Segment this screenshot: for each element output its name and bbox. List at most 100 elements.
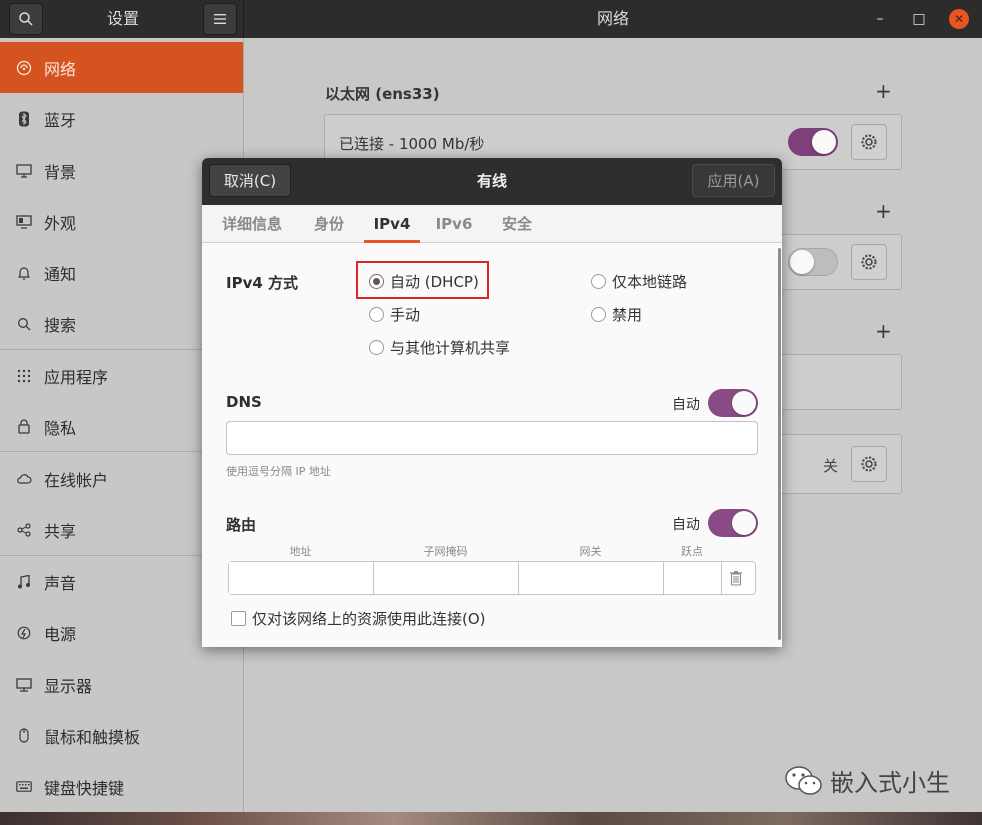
method-manual[interactable]: 手动 bbox=[369, 304, 420, 325]
route-row bbox=[228, 561, 756, 595]
desktop-background-strip bbox=[0, 812, 982, 825]
sidebar-item-mouse-touchpad[interactable]: 鼠标和触摸板 bbox=[0, 710, 243, 761]
dns-auto-toggle[interactable] bbox=[708, 389, 758, 417]
display-icon bbox=[16, 677, 32, 693]
add-ethernet-button[interactable]: + bbox=[875, 79, 892, 103]
minimize-button[interactable]: – bbox=[870, 9, 890, 29]
ethernet-settings-button[interactable] bbox=[851, 124, 887, 160]
checkbox[interactable] bbox=[231, 611, 246, 626]
only-local-resources-option[interactable]: 仅对该网络上的资源使用此连接(O) bbox=[231, 608, 486, 629]
route-col-address: 地址 bbox=[289, 545, 312, 558]
tab-details[interactable]: 详细信息 bbox=[216, 205, 288, 243]
radio-button[interactable] bbox=[369, 307, 384, 322]
radio-button[interactable] bbox=[369, 340, 384, 355]
sidebar-item-label: 背景 bbox=[44, 162, 77, 182]
vpn-toggle[interactable] bbox=[788, 248, 838, 276]
cancel-button[interactable]: 取消(C) bbox=[209, 164, 291, 197]
search-icon bbox=[16, 316, 32, 332]
sidebar-item-network[interactable]: 网络 bbox=[0, 42, 243, 93]
sidebar-item-bluetooth[interactable]: 蓝牙 bbox=[0, 93, 243, 144]
sidebar-item-label: 搜索 bbox=[44, 315, 77, 335]
music-note-icon bbox=[16, 574, 32, 590]
sidebar-item-label: 共享 bbox=[44, 521, 77, 541]
tab-security[interactable]: 安全 bbox=[494, 205, 540, 243]
power-icon bbox=[16, 625, 32, 641]
radio-label: 手动 bbox=[390, 306, 421, 324]
wired-settings-dialog: 取消(C) 有线 应用(A) 详细信息 身份 IPv4 IPv6 安全 IPv4… bbox=[202, 158, 782, 647]
watermark: 嵌入式小生 bbox=[784, 763, 950, 798]
tab-ipv6[interactable]: IPv6 bbox=[430, 205, 478, 243]
sidebar-item-label: 鼠标和触摸板 bbox=[44, 727, 141, 747]
proxy-settings-button[interactable] bbox=[851, 446, 887, 482]
method-disabled[interactable]: 禁用 bbox=[591, 304, 642, 325]
routes-auto-label: 自动 bbox=[672, 517, 700, 533]
bell-icon bbox=[16, 265, 32, 281]
radio-button[interactable] bbox=[369, 274, 384, 289]
title-bar: 设置 网络 – □ ✕ bbox=[0, 0, 982, 38]
toggle-knob bbox=[732, 391, 756, 415]
add-connection-button[interactable]: + bbox=[875, 319, 892, 343]
method-link-local[interactable]: 仅本地链路 bbox=[591, 271, 687, 292]
window-title: 网络 bbox=[596, 9, 629, 28]
route-col-gateway: 网关 bbox=[579, 545, 602, 558]
dialog-title: 有线 bbox=[476, 172, 507, 190]
network-icon bbox=[16, 60, 32, 76]
radio-label: 禁用 bbox=[612, 306, 643, 324]
cloud-icon bbox=[16, 471, 32, 487]
apply-button[interactable]: 应用(A) bbox=[692, 164, 775, 197]
toggle-knob bbox=[812, 130, 836, 154]
route-col-metric: 跃点 bbox=[681, 545, 703, 558]
routes-auto-toggle[interactable] bbox=[708, 509, 758, 537]
add-vpn-button[interactable]: + bbox=[875, 199, 892, 223]
sidebar-title: 设置 bbox=[106, 9, 139, 28]
route-col-netmask: 子网掩码 bbox=[423, 545, 468, 558]
tab-identity[interactable]: 身份 bbox=[306, 205, 352, 243]
tab-ipv4[interactable]: IPv4 bbox=[364, 205, 420, 243]
gear-icon bbox=[861, 456, 877, 472]
dialog-header: 取消(C) 有线 应用(A) bbox=[202, 158, 782, 205]
route-metric-input[interactable] bbox=[664, 562, 722, 594]
routes-label: 路由 bbox=[226, 516, 257, 534]
route-gateway-input[interactable] bbox=[519, 562, 664, 594]
toggle-knob bbox=[732, 511, 756, 535]
radio-button[interactable] bbox=[591, 274, 606, 289]
menu-button[interactable] bbox=[203, 3, 237, 35]
maximize-button[interactable]: □ bbox=[909, 9, 929, 29]
delete-route-button[interactable] bbox=[729, 570, 743, 590]
radio-label: 与其他计算机共享 bbox=[390, 339, 511, 357]
wechat-icon bbox=[785, 765, 822, 795]
vpn-settings-button[interactable] bbox=[851, 244, 887, 280]
sidebar-item-label: 在线帐户 bbox=[44, 470, 109, 490]
search-button[interactable] bbox=[9, 3, 43, 35]
sidebar-item-label: 显示器 bbox=[44, 676, 93, 696]
route-netmask-input[interactable] bbox=[374, 562, 519, 594]
ipv4-method-label: IPv4 方式 bbox=[226, 274, 299, 292]
search-icon bbox=[19, 12, 33, 26]
ethernet-toggle[interactable] bbox=[788, 128, 838, 156]
method-shared[interactable]: 与其他计算机共享 bbox=[369, 337, 510, 358]
dns-auto-label: 自动 bbox=[672, 397, 700, 413]
sidebar-item-label: 应用程序 bbox=[44, 367, 109, 387]
dns-label: DNS bbox=[226, 393, 262, 411]
proxy-status: 关 bbox=[823, 457, 839, 475]
sidebar-item-label: 声音 bbox=[44, 573, 77, 593]
gear-icon bbox=[861, 134, 877, 150]
dns-input[interactable] bbox=[226, 421, 758, 455]
sidebar-item-keyboard-shortcuts[interactable]: 键盘快捷键 bbox=[0, 761, 243, 812]
radio-label: 仅本地链路 bbox=[612, 273, 688, 291]
radio-button[interactable] bbox=[591, 307, 606, 322]
sidebar-item-label: 键盘快捷键 bbox=[44, 778, 125, 798]
close-button[interactable]: ✕ bbox=[949, 9, 969, 29]
sidebar-item-label: 蓝牙 bbox=[44, 110, 77, 130]
watermark-text: 嵌入式小生 bbox=[830, 769, 950, 797]
hamburger-menu-icon bbox=[214, 14, 226, 24]
dialog-tabs: 详细信息 身份 IPv4 IPv6 安全 bbox=[202, 205, 782, 243]
apps-grid-icon bbox=[16, 368, 32, 384]
sidebar-item-label: 外观 bbox=[44, 213, 77, 233]
sidebar-item-displays[interactable]: 显示器 bbox=[0, 659, 243, 710]
dialog-scrollbar[interactable] bbox=[778, 248, 781, 640]
route-address-input[interactable] bbox=[229, 562, 374, 594]
sidebar-header: 设置 bbox=[0, 0, 244, 38]
method-auto-dhcp[interactable]: 自动 (DHCP) bbox=[369, 271, 479, 292]
share-icon bbox=[16, 522, 32, 538]
